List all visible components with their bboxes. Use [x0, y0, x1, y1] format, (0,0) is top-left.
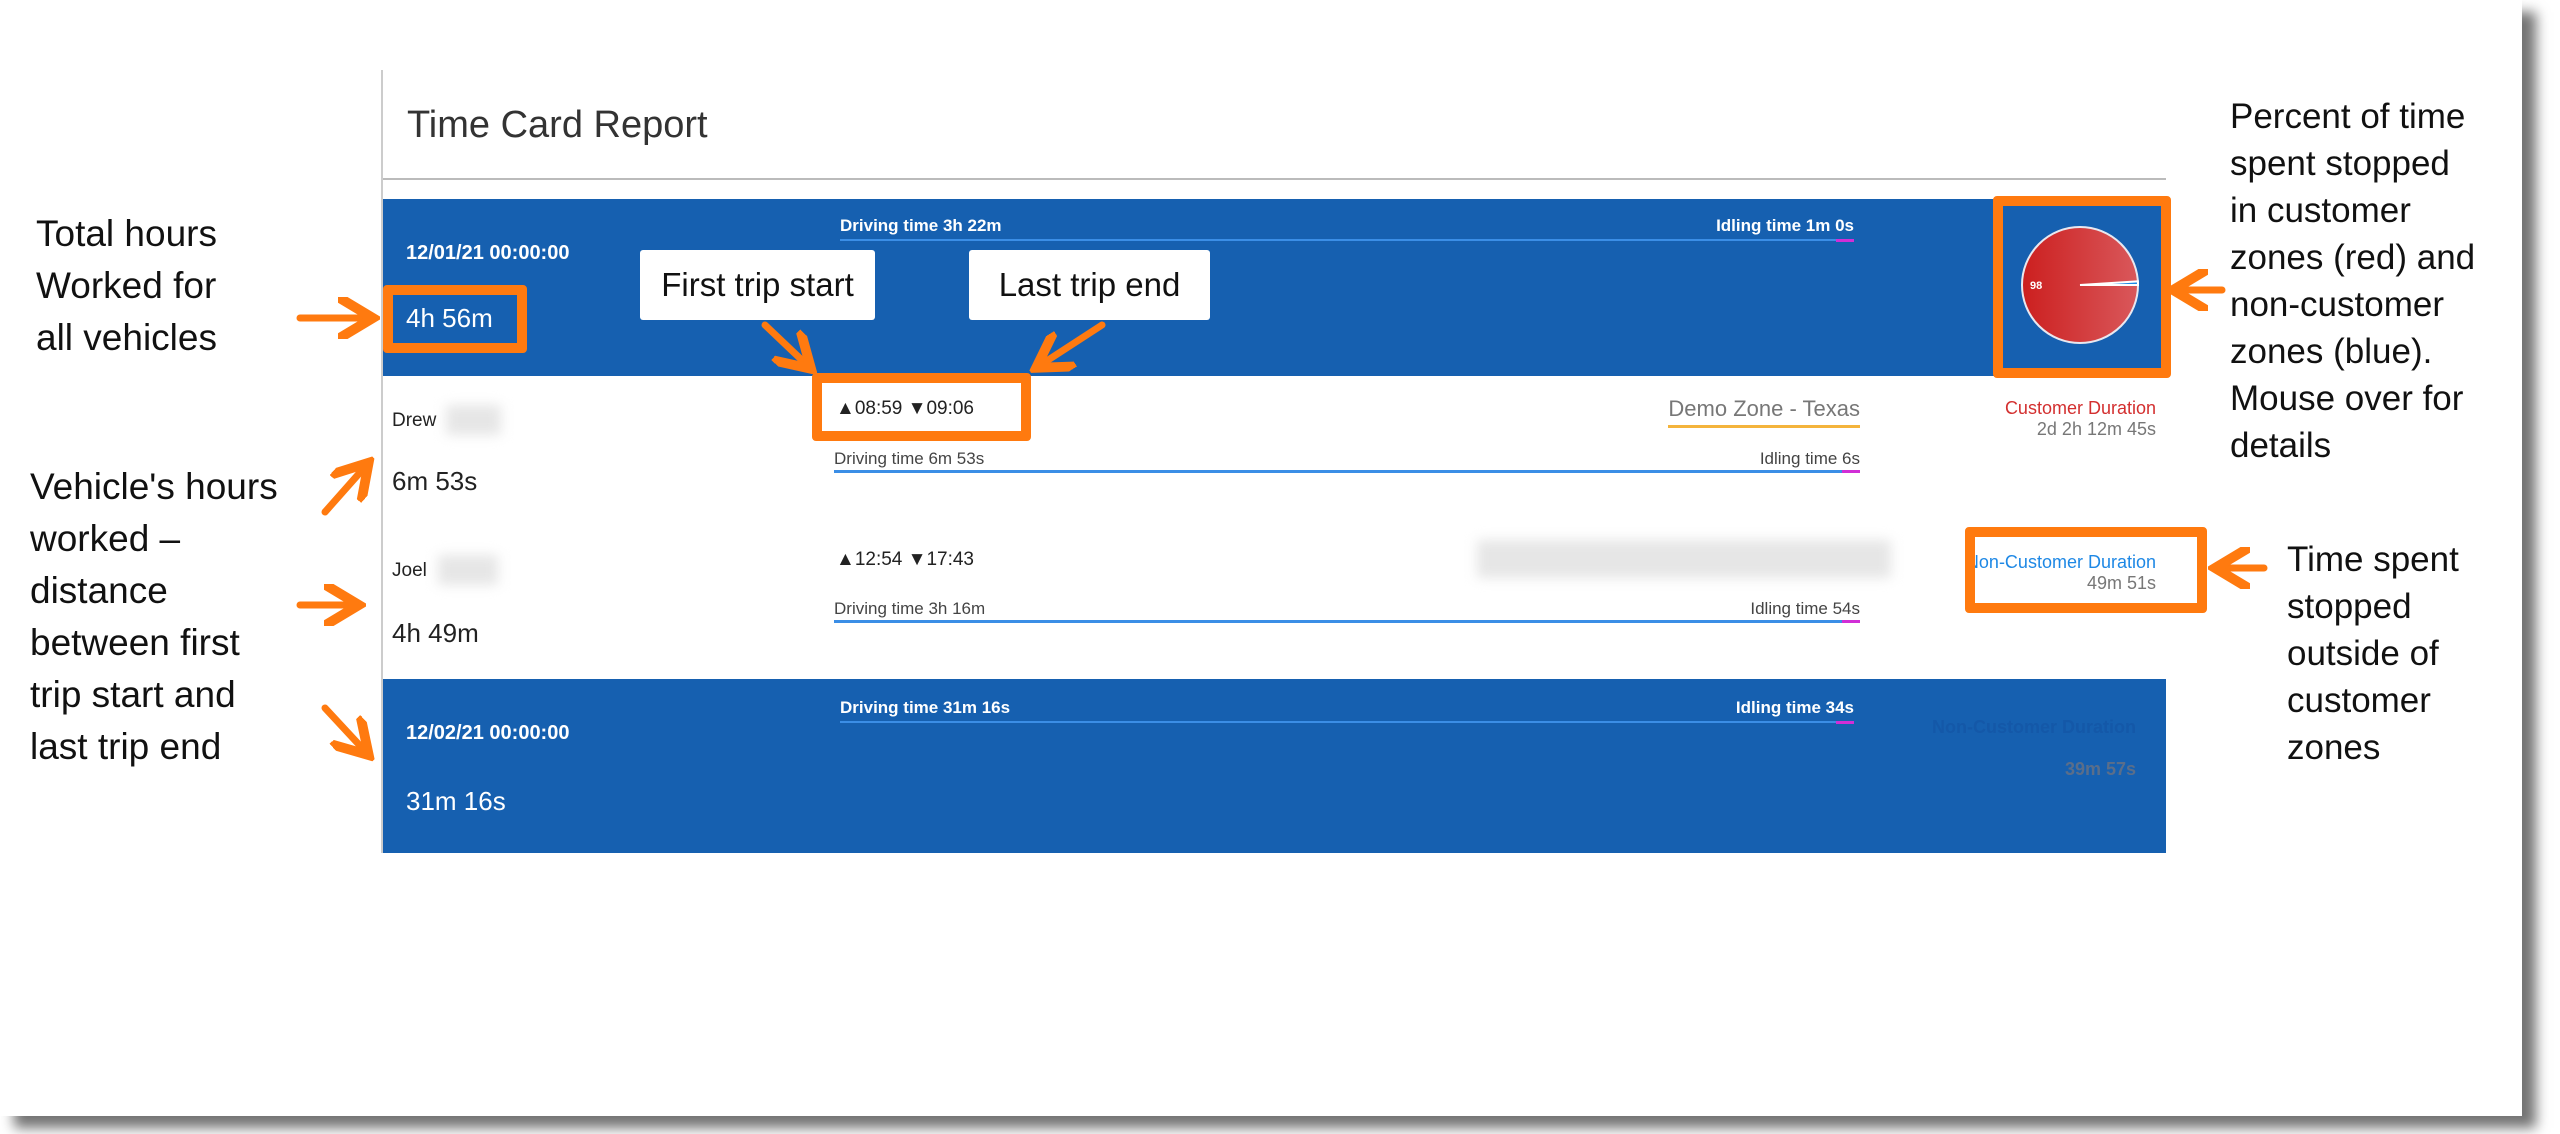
annotation-arrows	[296, 0, 2268, 1134]
arrow-icon	[761, 321, 806, 364]
arrow-icon	[1042, 321, 1106, 364]
arrow-icon	[321, 468, 364, 516]
page: Time Card Report 12/01/21 00:00:00 4h 56…	[0, 0, 2522, 1116]
arrow-icon	[321, 704, 364, 750]
